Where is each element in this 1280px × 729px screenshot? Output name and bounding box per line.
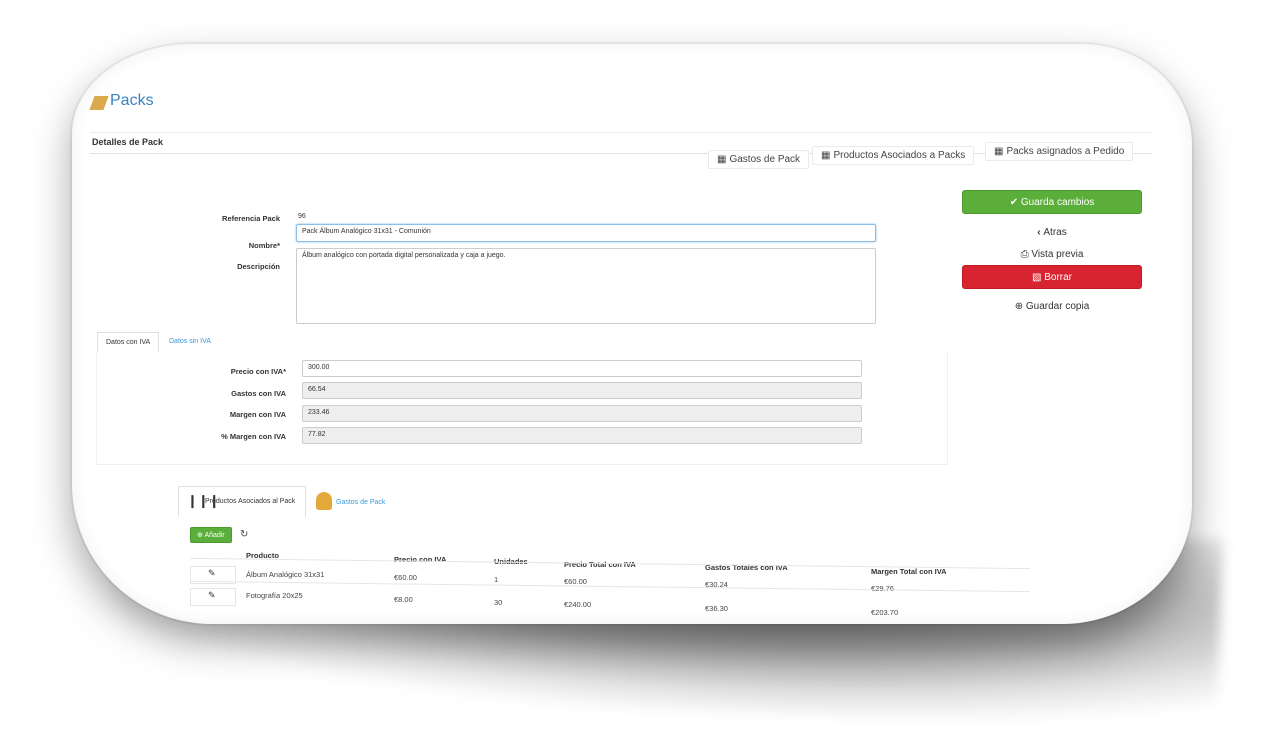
desc-textarea[interactable]: Álbum analógico con portada digital pers… [296, 248, 876, 324]
margin-pct-label: % Margen con IVA [221, 432, 286, 441]
trash-icon: ▧ [1031, 272, 1045, 283]
refresh-icon[interactable]: ↻ [240, 529, 248, 540]
table-icon: ▦ [821, 150, 831, 161]
tab-gastos-de-pack[interactable]: ▦ Gastos de Pack [708, 150, 810, 169]
tab-label: Gastos de Pack [336, 499, 386, 506]
tab-datos-con-iva[interactable]: Datos con IVA [97, 332, 160, 352]
add-label: Añadir [204, 532, 225, 539]
plus-circle-icon: ⊕ [1014, 301, 1026, 312]
name-input[interactable]: Pack Álbum Analógico 31x31 - Comunión [296, 224, 876, 242]
tab-productos-pack[interactable]: ❙❙❙ Productos Asociados al Pack [178, 486, 306, 517]
row2-units: 30 [494, 598, 503, 607]
table-icon: ▦ [717, 154, 727, 165]
copy-label: Guardar copia [1025, 301, 1090, 312]
row2-margin: €203.70 [871, 608, 899, 617]
desc-label: Descripción [237, 262, 280, 271]
tab-label: Packs asignados a Pedido [1006, 146, 1125, 157]
row2-costs: €36.30 [705, 604, 728, 613]
delete-label: Borrar [1044, 272, 1073, 283]
ref-label: Referencia Pack [222, 214, 280, 223]
page-title: Packs [110, 92, 154, 109]
margin-iva-field: 233.46 [302, 405, 862, 422]
costs-iva-field: 66.54 [302, 382, 862, 399]
row1-units: 1 [494, 575, 499, 584]
check-icon: ✔ [1009, 197, 1021, 208]
row-divider [190, 580, 1030, 593]
save-label: Guarda cambios [1020, 197, 1095, 208]
add-button[interactable]: ⊕ Añadir [190, 527, 232, 543]
delete-button[interactable]: ▧ Borrar [962, 265, 1142, 289]
price-iva-input[interactable]: 300.00 [302, 360, 862, 377]
row2-total: €240.00 [564, 600, 592, 609]
tab-label: Gastos de Pack [729, 154, 801, 165]
tab-packs-asignados[interactable]: ▦ Packs asignados a Pedido [985, 142, 1134, 161]
row2-product: Fotografía 20x25 [246, 591, 303, 600]
row1-product: Álbum Analógico 31x31 [246, 570, 325, 579]
app-screen: Packs Detalles de Pack ▦ Gastos de Pack ▦… [72, 44, 1192, 624]
back-button[interactable]: ‹ Atras [962, 221, 1142, 245]
tab-label: Productos Asociados a Packs [833, 150, 966, 161]
ref-value: 96 [298, 213, 306, 220]
print-icon: ⎙ [1020, 249, 1032, 260]
packs-icon [89, 96, 109, 110]
row1-price: €60.00 [394, 573, 417, 582]
th-margen-total: Margen Total con IVA [871, 567, 947, 576]
margin-pct-field: 77.82 [302, 427, 862, 444]
tab-label: Productos Asociados al Pack [205, 498, 296, 505]
table-icon: ▦ [994, 146, 1004, 157]
row2-price: €8.00 [394, 595, 413, 604]
preview-label: Vista previa [1031, 249, 1084, 260]
costs-iva-label: Gastos con IVA [231, 389, 286, 398]
copy-button[interactable]: ⊕ Guardar copia [962, 295, 1142, 319]
preview-button[interactable]: ⎙ Vista previa [962, 243, 1142, 267]
tab-datos-sin-iva[interactable]: Datos sin IVA [161, 332, 219, 351]
edit-icon[interactable]: ✎ [208, 568, 216, 579]
money-icon [316, 492, 332, 510]
save-button[interactable]: ✔ Guarda cambios [962, 190, 1142, 214]
margin-iva-label: Margen con IVA [229, 410, 286, 419]
screenshot-frame: Packs Detalles de Pack ▦ Gastos de Pack ▦… [72, 44, 1192, 624]
price-iva-label: Precio con IVA* [230, 367, 286, 376]
name-label: Nombre* [248, 241, 280, 250]
tab-productos-asociados[interactable]: ▦ Productos Asociados a Packs [812, 146, 975, 165]
th-precio-total: Precio Total con IVA [564, 560, 636, 569]
edit-icon[interactable]: ✎ [208, 590, 216, 601]
tab-gastos-pack[interactable]: Gastos de Pack [316, 492, 426, 516]
back-label: Atras [1043, 227, 1067, 238]
